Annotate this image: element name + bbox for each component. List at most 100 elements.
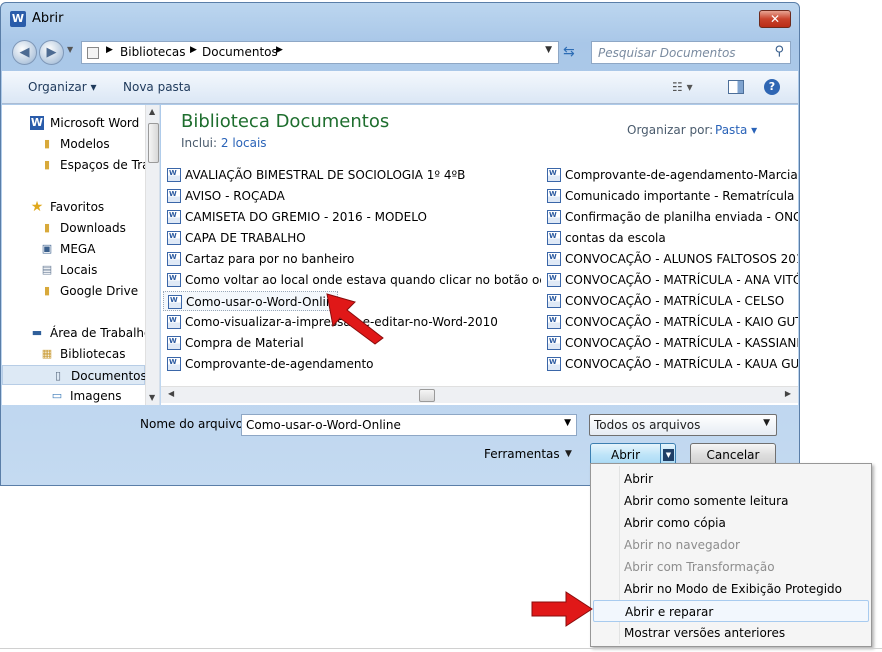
change-view-icon[interactable]: ☷ ▾	[672, 80, 693, 94]
close-button[interactable]: ✕	[759, 10, 791, 28]
menu-item-label: Abrir no navegador	[624, 538, 740, 552]
desktop-icon: ▬	[31, 326, 43, 339]
scroll-thumb[interactable]	[148, 123, 159, 163]
filename-input[interactable]: Como-usar-o-Word-Online ▼	[241, 414, 577, 436]
file-name: Como-usar-o-Word-Online	[186, 295, 338, 309]
sidebar-item-area-de-trabalho[interactable]: ▬ Área de Trabalho	[2, 323, 152, 343]
star-icon: ★	[30, 199, 44, 215]
recent-locations-dropdown[interactable]: ▼	[67, 45, 73, 54]
file-item[interactable]: W CAMISETA DO GREMIO - 2016 - MODELO	[163, 207, 541, 227]
sidebar-item-locais[interactable]: ▤ Locais	[2, 260, 145, 280]
file-item[interactable]: W CONVOCAÇÃO - MATRÍCULA - KASSIANE	[543, 333, 798, 353]
breadcrumb-separator-icon[interactable]: ▶	[190, 45, 197, 55]
new-folder-button[interactable]: Nova pasta	[123, 80, 191, 94]
file-item[interactable]: W CONVOCAÇÃO - MATRÍCULA - ANA VITÓRIA	[543, 270, 798, 290]
file-item-selected[interactable]: W Como-usar-o-Word-Online	[163, 291, 338, 311]
scroll-down-icon[interactable]: ▼	[149, 393, 155, 402]
arrange-by-dropdown[interactable]: Pasta ▾	[715, 123, 757, 137]
breadcrumb-separator-icon[interactable]: ▶	[106, 45, 113, 55]
sidebar-item-downloads[interactable]: ▮ Downloads	[2, 218, 145, 238]
file-item[interactable]: W AVISO - ROÇADA	[163, 186, 541, 206]
sidebar-item-espacos-de-trabalho[interactable]: ▮ Espaços de Trab	[2, 155, 157, 175]
file-item[interactable]: W AVALIAÇÃO BIMESTRAL DE SOCIOLOGIA 1º 4º…	[163, 165, 541, 185]
mega-icon: ▣	[41, 242, 53, 255]
file-name: CAMISETA DO GREMIO - 2016 - MODELO	[185, 210, 427, 224]
forward-button[interactable]: ▶	[39, 40, 64, 65]
menu-item-open[interactable]: Abrir	[593, 468, 869, 490]
word-document-icon: W	[547, 273, 561, 287]
file-item[interactable]: W Como voltar ao local onde estava quando…	[163, 270, 541, 290]
chevron-down-icon[interactable]: ▼	[565, 449, 572, 459]
breadcrumb-bibliotecas[interactable]: Bibliotecas	[120, 45, 185, 59]
search-icon[interactable]: ⚲	[774, 44, 784, 59]
sidebar-item-bibliotecas[interactable]: ▦ Bibliotecas	[2, 344, 145, 364]
sidebar-item-modelos[interactable]: ▮ Modelos	[2, 134, 145, 154]
file-item[interactable]: W CONVOCAÇÃO - ALUNOS FALTOSOS 2019	[543, 249, 798, 269]
sidebar-item-documentos[interactable]: ▯ Documentos	[2, 365, 147, 385]
file-name: CAPA DE TRABALHO	[185, 231, 306, 245]
search-input[interactable]: Pesquisar Documentos ⚲	[591, 41, 791, 64]
word-document-icon: W	[167, 231, 181, 245]
menu-item-open-read-only[interactable]: Abrir como somente leitura	[593, 490, 869, 512]
file-item[interactable]: W Cartaz para por no banheiro	[163, 249, 541, 269]
menu-item-show-previous-versions[interactable]: Mostrar versões anteriores	[593, 622, 869, 644]
sidebar-item-google-drive[interactable]: ▮ Google Drive	[2, 281, 145, 301]
sidebar-item-label: Google Drive	[60, 284, 139, 298]
sidebar-item-favoritos[interactable]: ★ Favoritos	[2, 197, 145, 217]
sidebar-item-mega[interactable]: ▣ MEGA	[2, 239, 145, 259]
word-document-icon: W	[167, 168, 181, 182]
preview-pane-icon[interactable]	[728, 80, 744, 94]
address-bar[interactable]: ▶ Bibliotecas ▶ Documentos ▶ ▼	[81, 41, 559, 64]
file-name: AVALIAÇÃO BIMESTRAL DE SOCIOLOGIA 1º 4ºB	[185, 168, 466, 182]
refresh-icon[interactable]: ⇆	[563, 44, 575, 60]
word-document-icon: W	[547, 231, 561, 245]
breadcrumb-documentos[interactable]: Documentos	[202, 45, 278, 59]
file-item[interactable]: W CONVOCAÇÃO - MATRÍCULA - KAUA GUSTAVO	[543, 354, 798, 374]
file-item[interactable]: W Comprovante-de-agendamento	[163, 354, 541, 374]
organize-button[interactable]: Organizar ▾	[28, 80, 97, 94]
word-document-icon: W	[167, 273, 181, 287]
menu-item-label: Abrir no Modo de Exibição Protegido	[624, 582, 842, 596]
file-item[interactable]: Wcontas da escola	[543, 228, 798, 248]
file-item[interactable]: W CAPA DE TRABALHO	[163, 228, 541, 248]
folder-icon: ▮	[43, 137, 51, 150]
sidebar-item-label: Área de Trabalho	[50, 326, 152, 340]
menu-item-open-and-repair[interactable]: Abrir e reparar	[593, 600, 869, 622]
back-button[interactable]: ◀	[12, 40, 37, 65]
sidebar-item-label: Bibliotecas	[60, 347, 126, 361]
sidebar-item-label: Downloads	[60, 221, 126, 235]
sidebar-item-microsoft-word[interactable]: W Microsoft Word	[2, 113, 145, 133]
chevron-down-icon[interactable]: ▼	[545, 45, 552, 55]
navigation-scrollbar[interactable]: ▲ ▼	[145, 105, 159, 405]
chevron-down-icon[interactable]: ▼	[564, 418, 571, 428]
file-name: CONVOCAÇÃO - MATRÍCULA - CELSO	[565, 294, 785, 308]
word-document-icon: W	[547, 357, 561, 371]
sidebar-item-imagens[interactable]: ▭ Imagens	[2, 386, 145, 405]
scroll-right-icon[interactable]: ▶	[785, 389, 791, 398]
word-document-icon: W	[547, 168, 561, 182]
file-type-select[interactable]: Todos os arquivos ▼	[589, 414, 777, 436]
scroll-left-icon[interactable]: ◀	[168, 389, 174, 398]
file-item[interactable]: W Comprovante-de-agendamento-Marcia-Julia	[543, 165, 798, 185]
file-item[interactable]: W Confirmação de planilha enviada - ONC	[543, 207, 798, 227]
command-bar: Organizar ▾ Nova pasta ☷ ▾ ?	[2, 71, 798, 104]
file-item[interactable]: W CONVOCAÇÃO - MATRÍCULA - KAIO GUTIERRE	[543, 312, 798, 332]
file-item[interactable]: W Comunicado importante - Rematrícula	[543, 186, 798, 206]
menu-item-open-protected-view[interactable]: Abrir no Modo de Exibição Protegido	[593, 578, 869, 600]
includes-locations-link[interactable]: 2 locais	[221, 136, 267, 150]
file-item[interactable]: W CONVOCAÇÃO - MATRÍCULA - CELSO	[543, 291, 798, 311]
file-list-pane: Biblioteca Documentos Inclui: 2 locais O…	[161, 105, 798, 405]
breadcrumb-separator-icon[interactable]: ▶	[276, 45, 283, 55]
scroll-up-icon[interactable]: ▲	[149, 107, 155, 116]
scroll-thumb[interactable]	[419, 389, 435, 402]
menu-item-open-as-copy[interactable]: Abrir como cópia	[593, 512, 869, 534]
filename-value: Como-usar-o-Word-Online	[246, 418, 401, 432]
horizontal-scrollbar[interactable]: ◀ ▶	[161, 386, 798, 403]
file-name: Cartaz para por no banheiro	[185, 252, 355, 266]
tools-button[interactable]: Ferramentas	[484, 447, 560, 461]
help-icon[interactable]: ?	[764, 79, 780, 95]
open-options-chevron-icon[interactable]: ▼	[663, 449, 674, 461]
file-name: contas da escola	[565, 231, 666, 245]
menu-item-label: Abrir e reparar	[625, 605, 714, 619]
chevron-down-icon[interactable]: ▼	[763, 418, 770, 428]
